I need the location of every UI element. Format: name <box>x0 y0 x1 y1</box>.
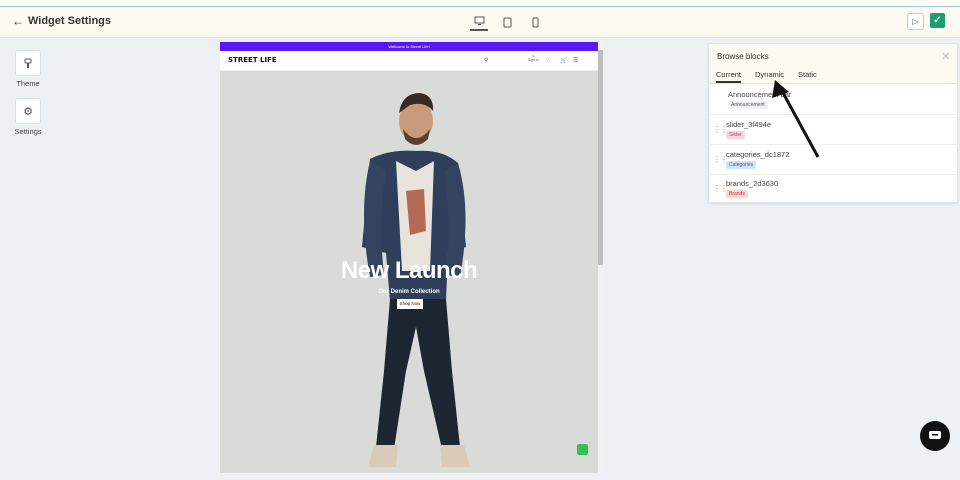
panel-header: Browse blocks ✕ Current Dynamic Static <box>709 44 957 84</box>
account-link[interactable]: ☺ Sign in <box>528 54 539 62</box>
drag-handle-icon[interactable]: ⋮⋮ <box>713 155 728 164</box>
block-name: slider_3f494e <box>726 120 772 129</box>
sidebar-item-theme[interactable] <box>15 50 41 76</box>
hero-slider: New Launch Our Denim Collection Shop Now <box>220 71 598 473</box>
list-item[interactable]: ⋮⋮ brands_2d3630 Brands <box>709 174 959 204</box>
chat-support-button[interactable] <box>920 421 950 451</box>
block-badge: Announcement <box>728 101 768 109</box>
store-preview[interactable]: Welcome to Street Life! STREET LIFE ⚲ ☺ S… <box>220 42 598 473</box>
tablet-icon[interactable] <box>498 13 516 31</box>
mobile-icon[interactable] <box>526 13 544 31</box>
chat-icon <box>929 431 941 439</box>
play-icon[interactable]: ▷ <box>907 13 924 30</box>
heart-icon[interactable]: ♡ <box>546 57 551 64</box>
drag-handle-icon[interactable]: ⋮⋮ <box>713 184 728 193</box>
header: ← Widget Settings ▷ ✓ <box>0 7 960 38</box>
signin-label: Sign in <box>528 58 539 62</box>
store-navbar: STREET LIFE ⚲ ☺ Sign in ♡ 🛒 ☰ <box>220 51 598 71</box>
block-name: categories_dc1872 <box>726 150 790 159</box>
drag-handle-icon[interactable]: ⋮⋮ <box>713 125 728 134</box>
page-title: Widget Settings <box>28 15 112 27</box>
list-item[interactable]: ⋮⋮ slider_3f494e Slider <box>709 115 959 145</box>
gear-icon: ⚙ <box>23 105 33 118</box>
block-badge: Brands <box>726 190 748 198</box>
browse-blocks-panel: Browse blocks ✕ Current Dynamic Static A… <box>708 43 959 204</box>
arrow-left-icon[interactable]: ← <box>12 14 24 28</box>
sidebar-item-label: Theme <box>16 79 40 88</box>
block-name: Announcement bar <box>728 90 792 99</box>
top-strip <box>0 0 960 7</box>
block-name: brands_2d3630 <box>726 179 779 188</box>
whatsapp-icon[interactable] <box>577 444 588 455</box>
hero-subtitle: Our Denim Collection <box>378 289 440 295</box>
tab-static[interactable]: Static <box>798 70 817 79</box>
sidebar-item-settings[interactable]: ⚙ <box>15 98 41 124</box>
preview-scroll-thumb[interactable] <box>598 50 603 265</box>
search-icon[interactable]: ⚲ <box>484 57 488 64</box>
panel-title: Browse blocks <box>717 52 769 61</box>
save-check-button[interactable]: ✓ <box>930 13 945 28</box>
desktop-icon[interactable] <box>470 13 488 31</box>
close-icon[interactable]: ✕ <box>941 50 950 63</box>
list-item[interactable]: ⋮⋮ categories_dc1872 Categories <box>709 145 959 175</box>
hero-title: New Launch <box>340 257 478 284</box>
shop-now-button[interactable]: Shop Now <box>397 299 423 309</box>
sidebar-item-label: Settings <box>14 127 42 136</box>
announcement-bar: Welcome to Street Life! <box>220 42 598 51</box>
block-badge: Categories <box>726 161 757 169</box>
tab-dynamic[interactable]: Dynamic <box>755 70 784 79</box>
block-badge: Slider <box>726 131 745 139</box>
list-item[interactable]: Announcement bar Announcement <box>709 85 959 115</box>
store-logo[interactable]: STREET LIFE <box>228 56 277 64</box>
brush-icon <box>24 58 32 68</box>
menu-icon[interactable]: ☰ <box>573 57 578 64</box>
cart-icon[interactable]: 🛒 <box>560 57 567 64</box>
tab-current[interactable]: Current <box>716 70 742 83</box>
